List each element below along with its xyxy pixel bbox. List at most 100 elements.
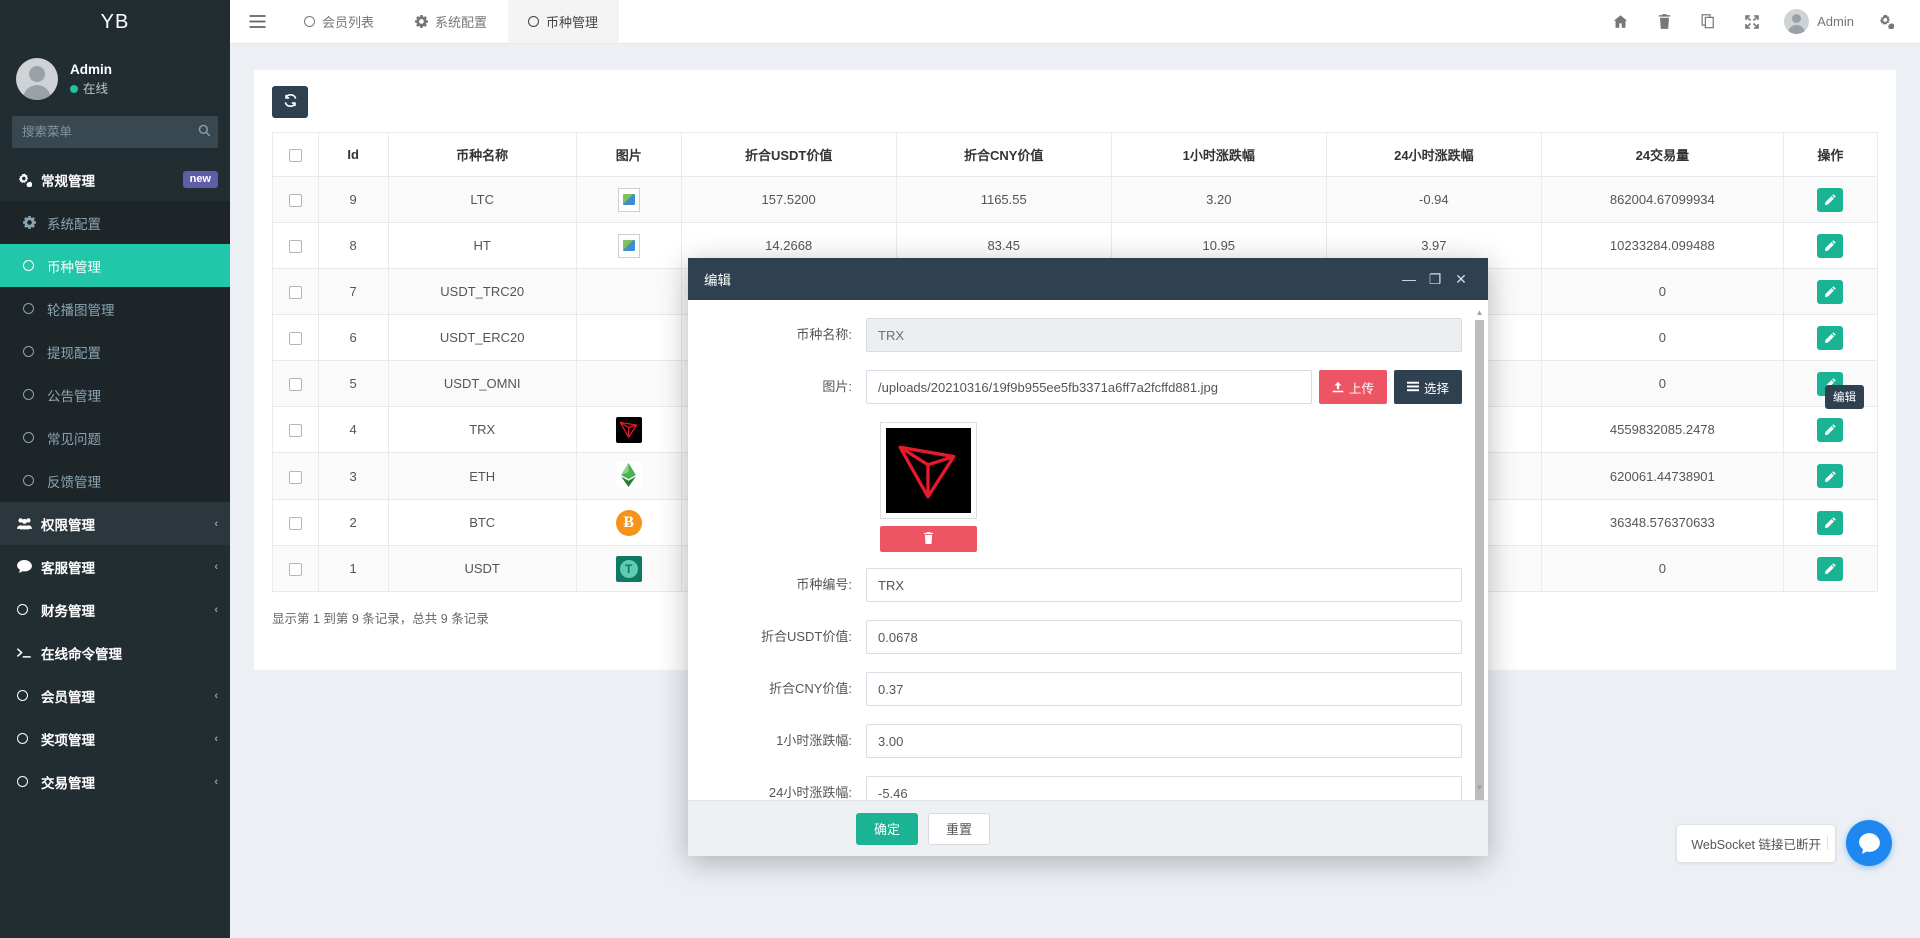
field-row-image: 图片: 上传 选择: [688, 370, 1488, 404]
fullscreen-icon[interactable]: [1730, 0, 1774, 44]
sidebar-item-11[interactable]: 在线命令管理: [0, 631, 230, 674]
close-icon[interactable]: ✕: [1448, 266, 1474, 292]
dialog-scrollbar[interactable]: ▲ ▼: [1475, 308, 1484, 792]
row-checkbox[interactable]: [289, 471, 302, 484]
table-column-header-7: 24小时涨跌幅: [1326, 133, 1541, 177]
cell-action: [1783, 407, 1877, 453]
row-checkbox[interactable]: [289, 424, 302, 437]
sidebar-item-13[interactable]: 奖项管理‹: [0, 717, 230, 760]
sidebar-item-label: 常见问题: [47, 428, 218, 448]
sidebar-item-7[interactable]: 反馈管理: [0, 459, 230, 502]
tab-1[interactable]: 系统配置: [395, 0, 508, 43]
sidebar-user-name: Admin: [70, 60, 112, 80]
search-input[interactable]: [13, 125, 192, 139]
sidebar-item-2[interactable]: 币种管理: [0, 244, 230, 287]
edit-row-button[interactable]: [1817, 511, 1843, 535]
sidebar-item-3[interactable]: 轮播图管理: [0, 287, 230, 330]
coin-name-field[interactable]: [866, 318, 1462, 352]
sidebar-item-0[interactable]: 常规管理new: [0, 158, 230, 201]
gears-icon[interactable]: [1864, 0, 1908, 44]
cell-name: BTC: [388, 500, 576, 546]
trx-logo-icon: [616, 417, 642, 443]
circle-o-icon: [23, 475, 47, 486]
refresh-button[interactable]: [272, 86, 308, 118]
cell-name: LTC: [388, 177, 576, 223]
coin-code-label: 币种编号:: [688, 568, 866, 602]
edit-row-button[interactable]: [1817, 557, 1843, 581]
coin-name-label: 币种名称:: [688, 318, 866, 352]
copy-icon[interactable]: [1686, 0, 1730, 44]
header-user-menu[interactable]: Admin: [1774, 9, 1864, 34]
sidebar-item-label: 常规管理: [41, 170, 183, 190]
image-path-field[interactable]: [866, 370, 1312, 404]
row-checkbox[interactable]: [289, 517, 302, 530]
edit-row-button[interactable]: [1817, 464, 1843, 488]
row-checkbox-cell: [273, 223, 319, 269]
sidebar-item-label: 客服管理: [41, 557, 214, 577]
sidebar-item-label: 在线命令管理: [41, 643, 218, 663]
sidebar-item-14[interactable]: 交易管理‹: [0, 760, 230, 803]
edit-row-button[interactable]: [1817, 326, 1843, 350]
terminal-icon: [17, 647, 41, 659]
cell-image: [576, 269, 681, 315]
coin-code-field[interactable]: [866, 568, 1462, 602]
sidebar-user-status-label: 在线: [83, 80, 108, 98]
tab-0[interactable]: 会员列表: [284, 0, 395, 43]
row-checkbox[interactable]: [289, 240, 302, 253]
table-column-header-0: [273, 133, 319, 177]
confirm-button[interactable]: 确定: [856, 813, 918, 845]
sidebar-item-4[interactable]: 提现配置: [0, 330, 230, 373]
hamburger-icon[interactable]: [230, 0, 284, 43]
select-all-checkbox[interactable]: [289, 149, 302, 162]
change-24h-label: 24小时涨跌幅:: [688, 776, 866, 800]
row-checkbox[interactable]: [289, 378, 302, 391]
sidebar-item-10[interactable]: 财务管理‹: [0, 588, 230, 631]
row-checkbox[interactable]: [289, 332, 302, 345]
cell-action: [1783, 546, 1877, 592]
sidebar-item-12[interactable]: 会员管理‹: [0, 674, 230, 717]
choose-button[interactable]: 选择: [1394, 370, 1462, 404]
cell-name: USDT: [388, 546, 576, 592]
sidebar-item-5[interactable]: 公告管理: [0, 373, 230, 416]
sidebar-item-6[interactable]: 常见问题: [0, 416, 230, 459]
change-1h-field[interactable]: [866, 724, 1462, 758]
row-checkbox[interactable]: [289, 194, 302, 207]
cny-value-field[interactable]: [866, 672, 1462, 706]
edit-row-button[interactable]: [1817, 418, 1843, 442]
chevron-left-icon: ‹: [214, 733, 218, 745]
row-checkbox[interactable]: [289, 563, 302, 576]
sidebar-item-1[interactable]: 系统配置: [0, 201, 230, 244]
tab-2[interactable]: 币种管理: [508, 0, 619, 43]
scroll-up-icon[interactable]: ▲: [1475, 308, 1484, 317]
cell-name: TRX: [388, 407, 576, 453]
edit-row-button[interactable]: [1817, 188, 1843, 212]
sidebar-item-8[interactable]: 权限管理‹: [0, 502, 230, 545]
delete-image-button[interactable]: [880, 526, 977, 552]
upload-button[interactable]: 上传: [1319, 370, 1387, 404]
chat-bubble-icon[interactable]: [1846, 820, 1892, 866]
brand-logo[interactable]: YB: [0, 0, 230, 44]
change-24h-field[interactable]: [866, 776, 1462, 800]
edit-row-button[interactable]: [1817, 280, 1843, 304]
dialog-titlebar: 编辑 — ❐ ✕: [688, 258, 1488, 300]
sidebar-item-9[interactable]: 客服管理‹: [0, 545, 230, 588]
sidebar-item-label: 权限管理: [41, 514, 214, 534]
search-icon[interactable]: [192, 117, 217, 147]
minimize-icon[interactable]: —: [1396, 266, 1422, 292]
maximize-icon[interactable]: ❐: [1422, 266, 1448, 292]
edit-row-button[interactable]: [1817, 234, 1843, 258]
row-checkbox-cell: [273, 315, 319, 361]
row-checkbox-cell: [273, 453, 319, 500]
row-checkbox[interactable]: [289, 286, 302, 299]
home-icon[interactable]: [1598, 0, 1642, 44]
cell-volume: 10233284.099488: [1541, 223, 1783, 269]
field-row-coin-name: 币种名称:: [688, 318, 1488, 352]
scroll-down-icon[interactable]: ▼: [1475, 783, 1484, 792]
image-preview[interactable]: [880, 422, 977, 519]
cell-id: 5: [318, 361, 388, 407]
reset-button[interactable]: 重置: [928, 813, 990, 845]
trash-icon[interactable]: [1642, 0, 1686, 44]
cny-value-label: 折合CNY价值:: [688, 672, 866, 706]
usdt-value-field[interactable]: [866, 620, 1462, 654]
scrollbar-thumb[interactable]: [1475, 320, 1484, 800]
